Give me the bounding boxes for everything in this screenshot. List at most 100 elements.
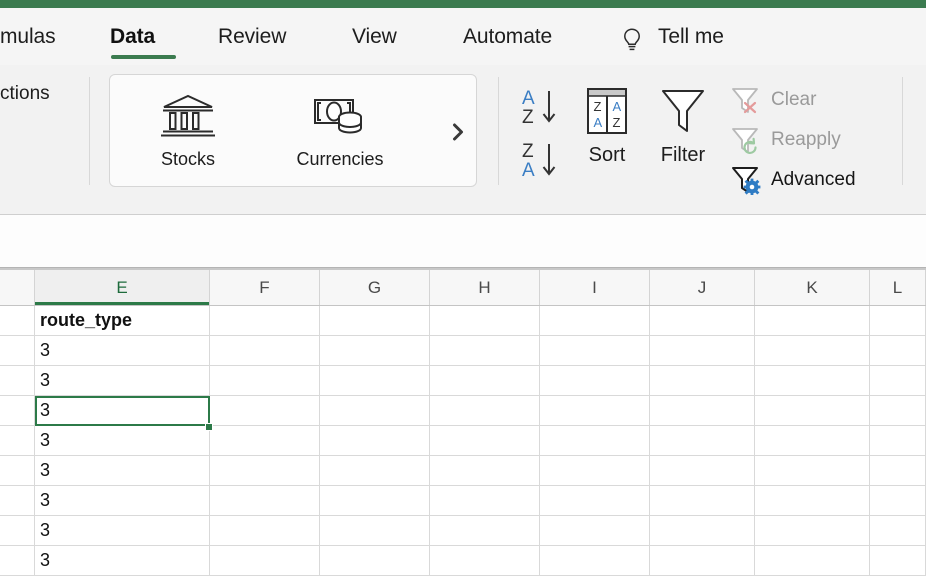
cell-f6[interactable] bbox=[210, 456, 320, 485]
cell-g4[interactable] bbox=[320, 396, 430, 425]
cell-i6[interactable] bbox=[540, 456, 650, 485]
cell-h2[interactable] bbox=[430, 336, 540, 365]
cell-g3[interactable] bbox=[320, 366, 430, 395]
cell-h5[interactable] bbox=[430, 426, 540, 455]
sort-ascending-button[interactable]: A Z bbox=[516, 85, 570, 129]
cell-e1[interactable]: route_type bbox=[35, 306, 210, 335]
row-header-cell[interactable] bbox=[0, 456, 35, 485]
table-row[interactable]: 3 bbox=[0, 366, 926, 396]
table-row[interactable]: 3 bbox=[0, 546, 926, 576]
filter-button[interactable]: Filter bbox=[650, 80, 716, 167]
cell-k7[interactable] bbox=[755, 486, 870, 515]
cell-l3[interactable] bbox=[870, 366, 926, 395]
cell-g5[interactable] bbox=[320, 426, 430, 455]
cell-i2[interactable] bbox=[540, 336, 650, 365]
cell-f3[interactable] bbox=[210, 366, 320, 395]
cell-j8[interactable] bbox=[650, 516, 755, 545]
table-row[interactable]: 3 bbox=[0, 456, 926, 486]
cell-g8[interactable] bbox=[320, 516, 430, 545]
cell-j9[interactable] bbox=[650, 546, 755, 575]
cell-f1[interactable] bbox=[210, 306, 320, 335]
cell-l4[interactable] bbox=[870, 396, 926, 425]
sort-descending-button[interactable]: Z A bbox=[516, 138, 570, 182]
table-row[interactable]: 3 bbox=[0, 336, 926, 366]
cell-j4[interactable] bbox=[650, 396, 755, 425]
cell-i8[interactable] bbox=[540, 516, 650, 545]
cell-i3[interactable] bbox=[540, 366, 650, 395]
tab-view[interactable]: View bbox=[352, 25, 397, 49]
cell-k2[interactable] bbox=[755, 336, 870, 365]
column-header-l[interactable]: L bbox=[870, 270, 926, 305]
row-header-cell[interactable] bbox=[0, 516, 35, 545]
tab-automate[interactable]: Automate bbox=[463, 25, 552, 49]
cell-l8[interactable] bbox=[870, 516, 926, 545]
cell-f9[interactable] bbox=[210, 546, 320, 575]
formula-bar-area[interactable] bbox=[0, 215, 926, 267]
cell-h4[interactable] bbox=[430, 396, 540, 425]
cell-l5[interactable] bbox=[870, 426, 926, 455]
cell-k3[interactable] bbox=[755, 366, 870, 395]
cell-l6[interactable] bbox=[870, 456, 926, 485]
select-all-corner[interactable] bbox=[0, 270, 35, 305]
sort-button[interactable]: Z A A Z Sort bbox=[576, 80, 638, 167]
cell-j7[interactable] bbox=[650, 486, 755, 515]
cell-g2[interactable] bbox=[320, 336, 430, 365]
cell-k6[interactable] bbox=[755, 456, 870, 485]
column-header-f[interactable]: F bbox=[210, 270, 320, 305]
cell-h8[interactable] bbox=[430, 516, 540, 545]
cell-k1[interactable] bbox=[755, 306, 870, 335]
cell-l2[interactable] bbox=[870, 336, 926, 365]
tab-tell-me[interactable]: Tell me bbox=[658, 25, 724, 49]
cell-f4[interactable] bbox=[210, 396, 320, 425]
cell-l1[interactable] bbox=[870, 306, 926, 335]
table-row[interactable]: 3 bbox=[0, 396, 926, 426]
table-row[interactable]: route_type bbox=[0, 306, 926, 336]
tab-formulas[interactable]: mulas bbox=[0, 25, 56, 49]
cell-g7[interactable] bbox=[320, 486, 430, 515]
cell-j2[interactable] bbox=[650, 336, 755, 365]
cell-g1[interactable] bbox=[320, 306, 430, 335]
cell-i5[interactable] bbox=[540, 426, 650, 455]
column-header-i[interactable]: I bbox=[540, 270, 650, 305]
column-header-k[interactable]: K bbox=[755, 270, 870, 305]
advanced-filter-button[interactable]: Advanced bbox=[728, 163, 856, 197]
column-header-j[interactable]: J bbox=[650, 270, 755, 305]
column-header-g[interactable]: G bbox=[320, 270, 430, 305]
row-header-cell[interactable] bbox=[0, 366, 35, 395]
cell-i1[interactable] bbox=[540, 306, 650, 335]
stocks-button[interactable]: Stocks bbox=[128, 89, 248, 170]
cell-i4[interactable] bbox=[540, 396, 650, 425]
cell-g6[interactable] bbox=[320, 456, 430, 485]
cell-k5[interactable] bbox=[755, 426, 870, 455]
fill-handle[interactable] bbox=[205, 423, 213, 431]
cell-e3[interactable]: 3 bbox=[35, 366, 210, 395]
tab-review[interactable]: Review bbox=[218, 25, 286, 49]
cell-e6[interactable]: 3 bbox=[35, 456, 210, 485]
cell-h1[interactable] bbox=[430, 306, 540, 335]
cell-k4[interactable] bbox=[755, 396, 870, 425]
row-header-cell[interactable] bbox=[0, 396, 35, 425]
cell-j3[interactable] bbox=[650, 366, 755, 395]
tab-data[interactable]: Data bbox=[110, 25, 155, 49]
row-header-cell[interactable] bbox=[0, 486, 35, 515]
cell-g9[interactable] bbox=[320, 546, 430, 575]
cell-k8[interactable] bbox=[755, 516, 870, 545]
cell-f5[interactable] bbox=[210, 426, 320, 455]
cell-l9[interactable] bbox=[870, 546, 926, 575]
cell-f7[interactable] bbox=[210, 486, 320, 515]
cell-f8[interactable] bbox=[210, 516, 320, 545]
column-header-e[interactable]: E bbox=[35, 270, 210, 305]
cell-h7[interactable] bbox=[430, 486, 540, 515]
cell-h6[interactable] bbox=[430, 456, 540, 485]
cell-h3[interactable] bbox=[430, 366, 540, 395]
currencies-button[interactable]: Currencies bbox=[280, 89, 400, 170]
table-row[interactable]: 3 bbox=[0, 516, 926, 546]
chevron-right-icon[interactable] bbox=[448, 121, 468, 143]
cell-j5[interactable] bbox=[650, 426, 755, 455]
cell-j6[interactable] bbox=[650, 456, 755, 485]
cell-e9[interactable]: 3 bbox=[35, 546, 210, 575]
row-header-cell[interactable] bbox=[0, 336, 35, 365]
table-row[interactable]: 3 bbox=[0, 426, 926, 456]
cell-l7[interactable] bbox=[870, 486, 926, 515]
cell-k9[interactable] bbox=[755, 546, 870, 575]
